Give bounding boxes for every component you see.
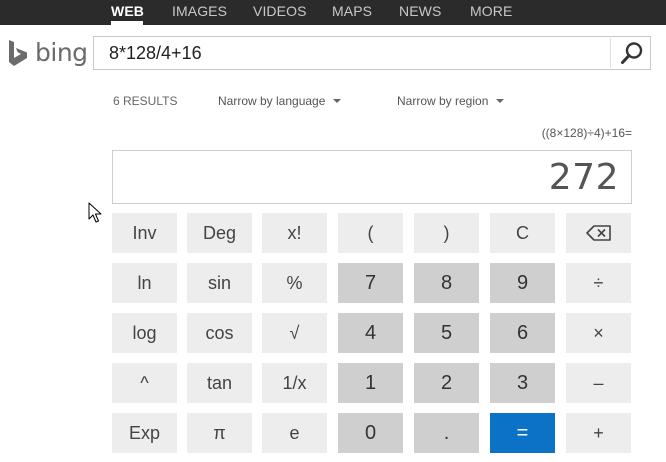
calc-key-add[interactable]: + — [566, 413, 631, 453]
calc-key-backspace[interactable] — [566, 213, 631, 253]
nav-videos[interactable]: VIDEOS — [253, 3, 307, 19]
filter-label: Narrow by region — [397, 94, 489, 108]
calc-key-decimal[interactable]: . — [414, 413, 479, 453]
calc-key-e[interactable]: e — [262, 413, 327, 453]
calc-display: 272 — [112, 150, 632, 204]
search-box — [93, 36, 651, 70]
search-icon — [620, 42, 642, 64]
calc-key-cos[interactable]: cos — [187, 313, 252, 353]
calc-key-sin[interactable]: sin — [187, 263, 252, 303]
nav-more[interactable]: MORE — [470, 3, 512, 19]
backspace-icon — [585, 225, 611, 241]
calc-key-exp[interactable]: Exp — [112, 413, 177, 453]
bing-logo-text: bing — [35, 38, 88, 67]
bing-b-logo-icon — [9, 40, 27, 66]
top-nav-bar: WEB IMAGES VIDEOS MAPS NEWS MORE — [0, 0, 666, 25]
calc-key-inv[interactable]: Inv — [112, 213, 177, 253]
calc-key-clear[interactable]: C — [490, 213, 555, 253]
search-input[interactable] — [94, 37, 609, 69]
nav-images[interactable]: IMAGES — [172, 3, 227, 19]
calc-key-open-paren[interactable]: ( — [338, 213, 403, 253]
calc-key-8[interactable]: 8 — [414, 263, 479, 303]
calc-key-equals[interactable]: = — [490, 413, 555, 453]
calc-key-4[interactable]: 4 — [338, 313, 403, 353]
chevron-down-icon — [496, 99, 505, 103]
results-count: 6 RESULTS — [113, 94, 178, 108]
calc-expression: ((8×128)÷4)+16= — [541, 126, 632, 140]
calc-key-1[interactable]: 1 — [338, 363, 403, 403]
calc-key-tan[interactable]: tan — [187, 363, 252, 403]
chevron-down-icon — [333, 99, 342, 103]
calc-key-0[interactable]: 0 — [338, 413, 403, 453]
calc-key-3[interactable]: 3 — [490, 363, 555, 403]
calc-key-reciprocal[interactable]: 1/x — [262, 363, 327, 403]
search-divider — [610, 38, 611, 68]
mouse-pointer-icon — [88, 202, 102, 223]
calc-key-9[interactable]: 9 — [490, 263, 555, 303]
calc-key-2[interactable]: 2 — [414, 363, 479, 403]
calc-key-6[interactable]: 6 — [490, 313, 555, 353]
narrow-by-region-dropdown[interactable]: Narrow by region — [397, 94, 505, 108]
calc-key-sqrt[interactable]: √ — [262, 313, 327, 353]
calc-key-deg[interactable]: Deg — [187, 213, 252, 253]
calc-display-value: 272 — [548, 157, 619, 198]
calc-key-5[interactable]: 5 — [414, 313, 479, 353]
calc-key-close-paren[interactable]: ) — [414, 213, 479, 253]
narrow-by-language-dropdown[interactable]: Narrow by language — [218, 94, 342, 108]
nav-news[interactable]: NEWS — [399, 3, 441, 19]
calc-key-pi[interactable]: π — [187, 413, 252, 453]
calc-key-power[interactable]: ^ — [112, 363, 177, 403]
calc-key-divide[interactable]: ÷ — [566, 263, 631, 303]
bing-logo[interactable]: bing — [8, 39, 88, 67]
calc-key-multiply[interactable]: × — [566, 313, 631, 353]
nav-web[interactable]: WEB — [111, 3, 144, 19]
calc-key-percent[interactable]: % — [262, 263, 327, 303]
nav-maps[interactable]: MAPS — [332, 3, 372, 19]
search-button[interactable] — [612, 37, 651, 69]
calc-key-factorial[interactable]: x! — [262, 213, 327, 253]
nav-active-indicator — [111, 21, 143, 25]
calc-key-ln[interactable]: ln — [112, 263, 177, 303]
filter-label: Narrow by language — [218, 94, 326, 108]
calc-key-7[interactable]: 7 — [338, 263, 403, 303]
calc-key-log[interactable]: log — [112, 313, 177, 353]
calc-key-subtract[interactable]: – — [566, 363, 631, 403]
